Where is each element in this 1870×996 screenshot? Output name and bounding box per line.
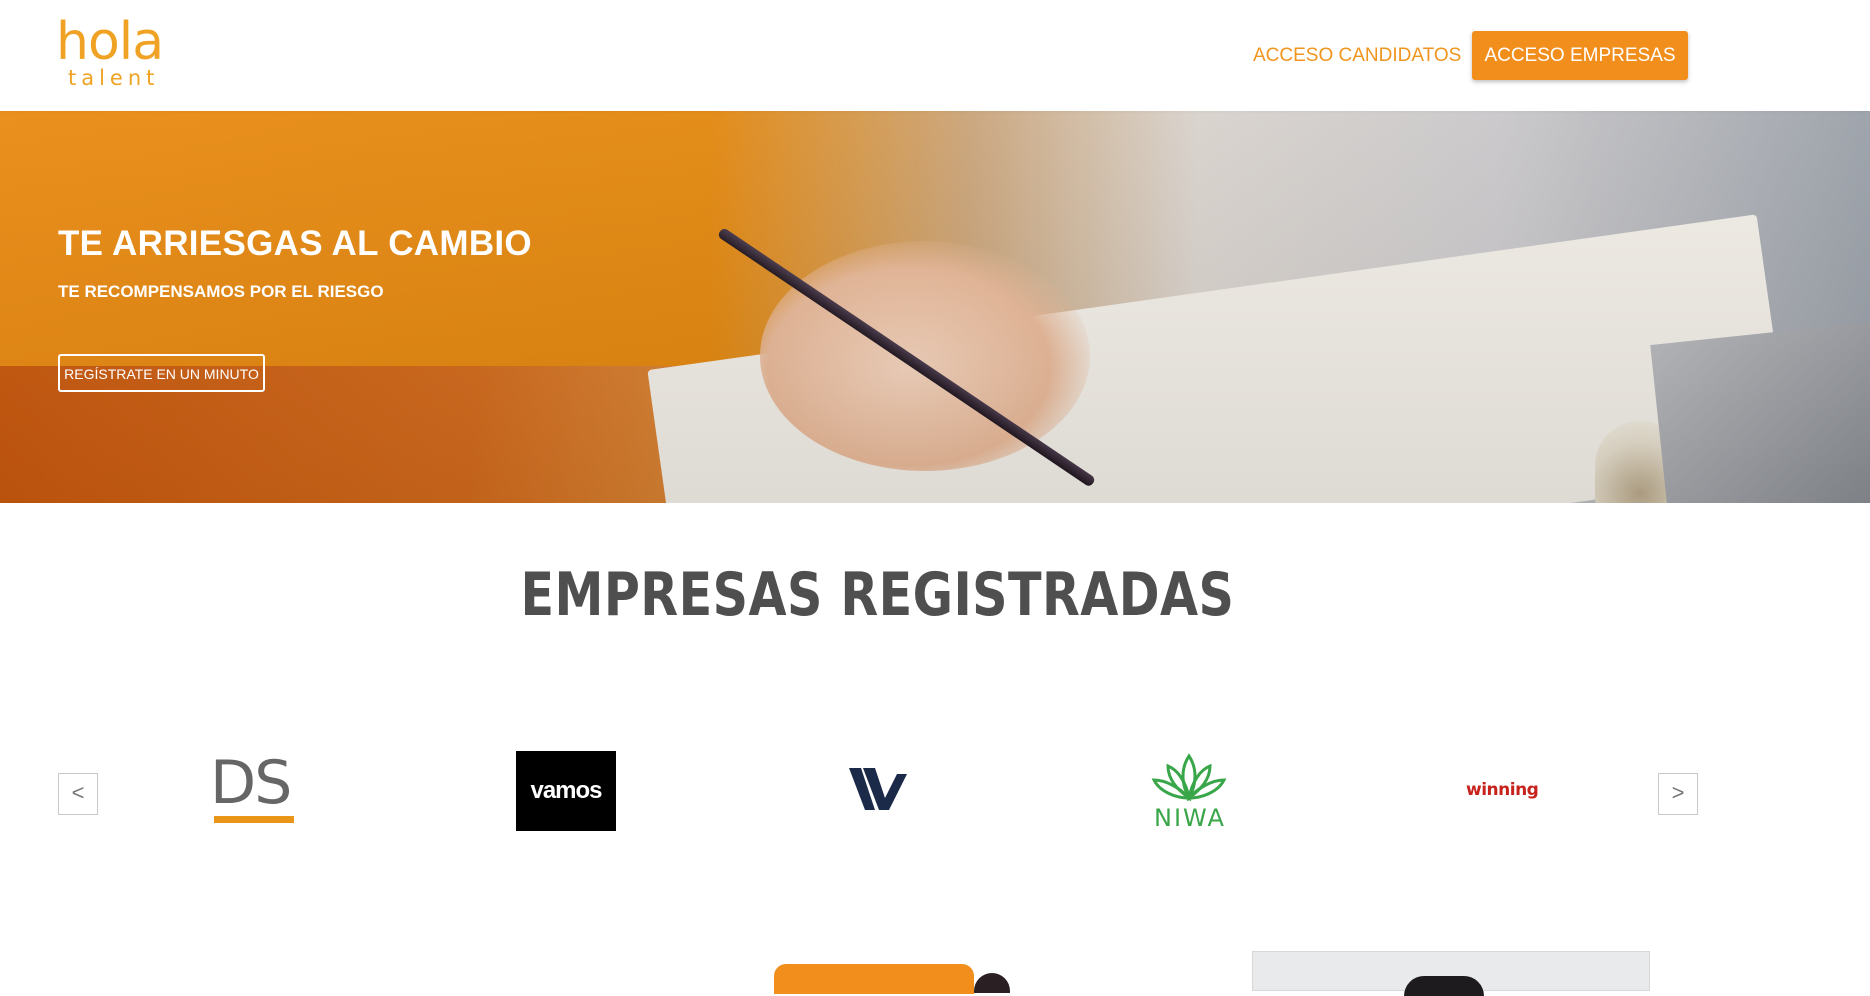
winning-logo-text: winning — [1466, 780, 1539, 800]
site-header: hola talent ACCESO CANDIDATOS ACCESO EMP… — [0, 0, 1870, 111]
ds-logo-underline — [214, 816, 294, 823]
company-logo-winning[interactable]: winning — [1466, 780, 1539, 802]
hero-subtitle: TE RECOMPENSAMOS POR EL RIESGO — [58, 282, 384, 301]
acceso-empresas-button[interactable]: ACCESO EMPRESAS — [1472, 31, 1688, 80]
hero-overlay — [0, 111, 1870, 503]
niwa-lotus-icon — [1151, 753, 1227, 802]
company-logo-vamos[interactable]: vamos — [516, 751, 616, 831]
acceso-candidatos-link[interactable]: ACCESO CANDIDATOS — [1245, 36, 1469, 76]
bottom-section-figure — [974, 973, 1010, 993]
logo-wordmark-bottom: talent — [68, 66, 160, 90]
bottom-section-photo-person — [1404, 976, 1484, 996]
carousel-prev-button[interactable]: < — [58, 773, 98, 815]
company-logo-ds[interactable]: DS — [210, 748, 295, 824]
w-logo-icon — [849, 768, 907, 810]
register-button[interactable]: REGÍSTRATE EN UN MINUTO — [58, 354, 265, 392]
company-logo-niwa[interactable]: NIWA — [1148, 752, 1230, 832]
company-logo-w[interactable] — [849, 766, 907, 812]
carousel-next-button[interactable]: > — [1658, 773, 1698, 815]
bottom-section-orange-shape — [774, 964, 974, 994]
empresas-section-title: EMPRESAS REGISTRADAS — [520, 560, 1235, 630]
vamos-logo-text: vamos — [530, 777, 602, 804]
ds-logo-text: DS — [210, 748, 292, 818]
hero-title: TE ARRIESGAS AL CAMBIO — [58, 224, 532, 263]
logo-wordmark-top: hola — [56, 12, 164, 72]
niwa-logo-text: NIWA — [1154, 804, 1226, 832]
hero-banner — [0, 111, 1870, 503]
hola-talent-logo[interactable]: hola talent — [56, 14, 168, 90]
